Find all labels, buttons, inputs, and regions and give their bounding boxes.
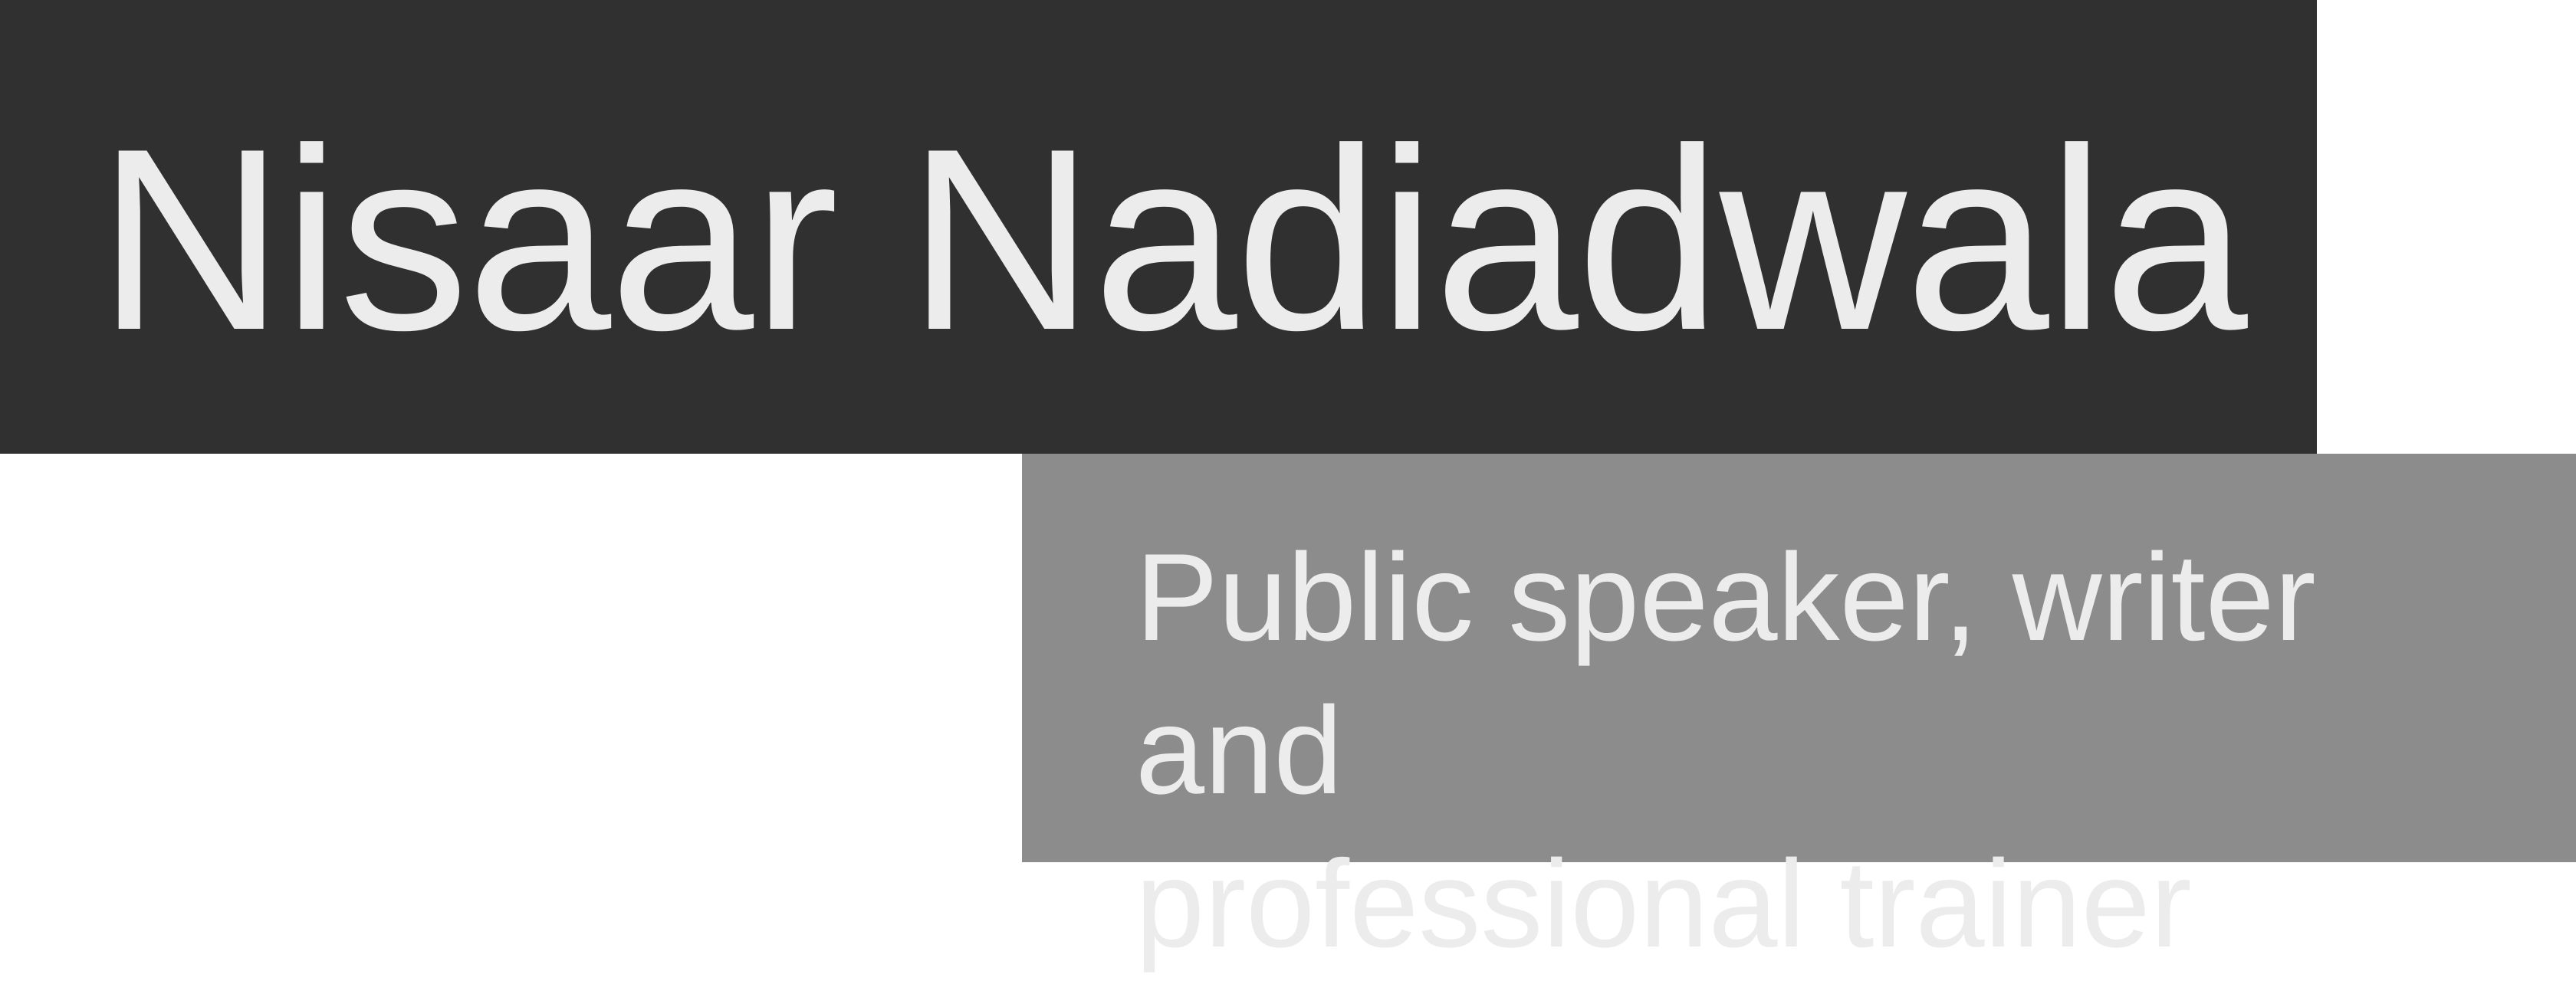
tagline-line-1: Public speaker, writer and <box>1135 528 2316 820</box>
person-name: Nisaar Nadiadwala <box>97 94 2248 384</box>
tagline-banner: Public speaker, writer and professional t… <box>1022 454 2576 973</box>
tagline: Public speaker, writer and professional t… <box>1135 521 2531 981</box>
name-banner: Nisaar Nadiadwala <box>0 0 2317 454</box>
tagline-line-2: professional trainer <box>1135 835 2192 973</box>
